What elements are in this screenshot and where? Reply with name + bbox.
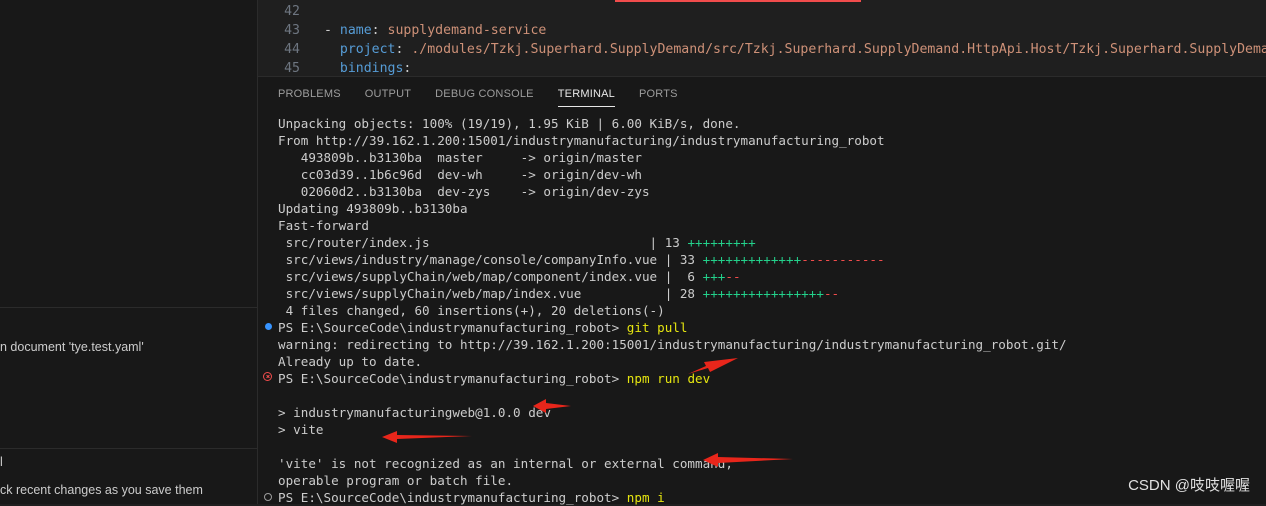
command: git pull: [626, 320, 688, 335]
tab-problems[interactable]: PROBLEMS: [278, 85, 341, 107]
sidebar-divider: [0, 448, 257, 449]
yaml-colon: :: [403, 61, 412, 76]
terminal-line: warning: redirecting to http://39.162.1.…: [278, 337, 1067, 352]
terminal-line: > vite: [278, 422, 324, 437]
diff-file: src/views/supplyChain/web/map/component/…: [278, 269, 665, 284]
diff-summary: 4 files changed, 60 insertions(+), 20 de…: [278, 303, 665, 318]
terminal-line: Already up to date.: [278, 354, 423, 369]
yaml-indent: [324, 42, 340, 57]
diff-count: | 28: [664, 286, 703, 301]
line-number: 42: [284, 4, 300, 19]
terminal-line: Updating 493809b..b3130ba: [278, 201, 468, 216]
prompt-line: PS E:\SourceCode\industrymanufacturing_r…: [278, 319, 687, 336]
line-number: 45: [284, 61, 300, 76]
sidebar-item-tye-document[interactable]: n document 'tye.test.yaml': [0, 340, 144, 354]
diff-line: src/router/index.js | 13 +++++++++: [278, 234, 756, 251]
command: npm i: [626, 490, 665, 505]
terminal-line: From http://39.162.1.200:15001/industrym…: [278, 133, 885, 148]
sidebar: n document 'tye.test.yaml' l ck recent c…: [0, 0, 258, 504]
sidebar-timeline-hint: ck recent changes as you save them: [0, 483, 203, 497]
annotation-arrow: [382, 431, 472, 443]
diff-count: | 13: [649, 235, 688, 250]
terminal-line: 02060d2..b3130ba dev-zys -> origin/dev-z…: [278, 184, 650, 199]
yaml-key: project: [339, 42, 396, 57]
line-number: 44: [284, 42, 300, 57]
yaml-colon: :: [371, 23, 388, 38]
diff-file: src/router/index.js: [278, 235, 650, 250]
sidebar-divider: [0, 307, 257, 308]
terminal-line: Unpacking objects: 100% (19/19), 1.95 Ki…: [278, 116, 741, 131]
tab-terminal[interactable]: TERMINAL: [557, 85, 616, 107]
editor-line[interactable]: 45 bindings:: [258, 59, 412, 76]
diff-minus: -----------: [801, 252, 885, 267]
prompt-line: PS E:\SourceCode\industrymanufacturing_r…: [278, 489, 665, 506]
diff-file: src/views/supplyChain/web/map/index.vue: [278, 286, 665, 301]
diff-plus: +++++++++: [687, 235, 756, 250]
editor-line[interactable]: 43 - name: supplydemand-service: [258, 21, 546, 40]
yaml-indent: [324, 61, 340, 76]
tab-ports[interactable]: PORTS: [639, 85, 678, 107]
diff-count: | 6: [664, 269, 703, 284]
diff-file: src/views/industry/manage/console/compan…: [278, 252, 665, 267]
command-pending-icon[interactable]: [264, 493, 272, 501]
annotation-arrow: [533, 399, 571, 413]
watermark: CSDN @吱吱喔喔: [1128, 477, 1250, 494]
diff-count: | 33: [664, 252, 703, 267]
command-error-icon[interactable]: [263, 372, 272, 381]
terminal-line: 493809b..b3130ba master -> origin/master: [278, 150, 642, 165]
terminal-error-line: operable program or batch file.: [278, 473, 514, 488]
prompt: PS E:\SourceCode\industrymanufacturing_r…: [278, 320, 627, 335]
prompt-line: PS E:\SourceCode\industrymanufacturing_r…: [278, 370, 710, 387]
diff-minus: --: [725, 269, 741, 284]
yaml-colon: :: [395, 42, 412, 57]
terminal-line: cc03d39..1b6c96d dev-wh -> origin/dev-wh: [278, 167, 642, 182]
annotation-arrow: [688, 358, 738, 374]
diff-minus: --: [823, 286, 840, 301]
line-number: 43: [284, 23, 300, 38]
code-editor[interactable]: 42 43 - name: supplydemand-service 44 pro…: [258, 0, 1266, 77]
diff-plus: +++++++++++++: [702, 252, 802, 267]
diff-plus: +++: [702, 269, 726, 284]
yaml-value: supplydemand-service: [387, 23, 547, 38]
command-success-icon[interactable]: [265, 323, 272, 330]
yaml-value: ./modules/Tzkj.Superhard.SupplyDemand/sr…: [411, 42, 1266, 57]
yaml-key: name: [339, 23, 372, 38]
tab-debug-console[interactable]: DEBUG CONSOLE: [435, 85, 534, 107]
sidebar-section-label: l: [0, 455, 3, 469]
terminal-line: Fast-forward: [278, 218, 369, 233]
diff-line: src/views/industry/manage/console/compan…: [278, 251, 885, 268]
terminal-line: > industrymanufacturingweb@1.0.0 dev: [278, 405, 551, 420]
prompt: PS E:\SourceCode\industrymanufacturing_r…: [278, 371, 627, 386]
diff-plus: ++++++++++++++++: [702, 286, 824, 301]
panel-tabs: PROBLEMS OUTPUT DEBUG CONSOLE TERMINAL P…: [278, 85, 702, 107]
diff-line: src/views/supplyChain/web/map/index.vue …: [278, 285, 840, 302]
yaml-dash: -: [324, 23, 340, 38]
yaml-key: bindings: [339, 61, 404, 76]
terminal-error-line: 'vite' is not recognized as an internal …: [278, 456, 733, 471]
tab-output[interactable]: OUTPUT: [365, 85, 411, 107]
prompt: PS E:\SourceCode\industrymanufacturing_r…: [278, 490, 627, 505]
diff-line: src/views/supplyChain/web/map/component/…: [278, 268, 741, 285]
annotation-arrow: [703, 453, 793, 467]
editor-line[interactable]: 44 project: ./modules/Tzkj.Superhard.Sup…: [258, 40, 1266, 59]
editor-line[interactable]: 42: [258, 2, 324, 21]
error-squiggle: [615, 0, 861, 2]
